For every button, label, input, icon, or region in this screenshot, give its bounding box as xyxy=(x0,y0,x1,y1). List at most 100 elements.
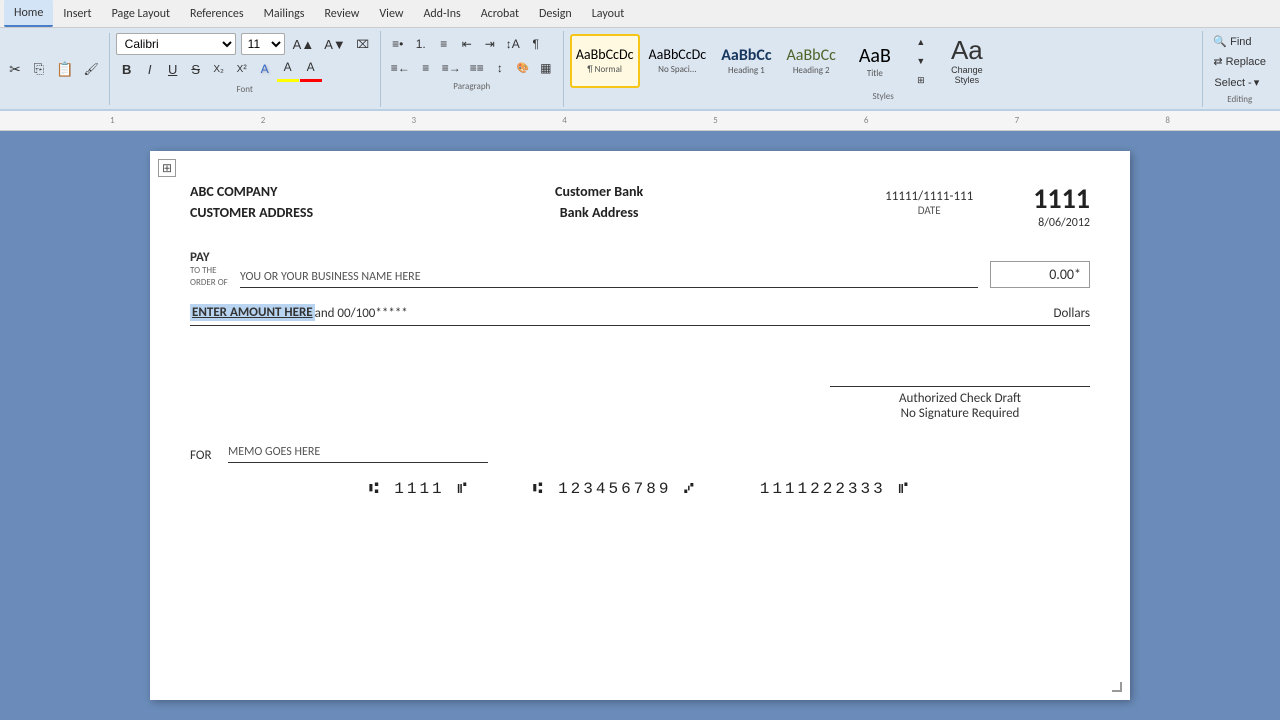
menu-mailings[interactable]: Mailings xyxy=(254,0,315,27)
editing-group: 🔍 Find ⇄ Replace Select - ▾ Editing xyxy=(1203,31,1276,107)
change-styles-button[interactable]: Aa ChangeStyles xyxy=(939,33,995,89)
bold-button[interactable]: B xyxy=(116,58,138,80)
multilevel-button[interactable]: ≡ xyxy=(433,33,455,55)
styles-scroll-down[interactable]: ▼ xyxy=(910,52,932,70)
style-nospacing-label: No Spaci... xyxy=(658,64,696,75)
copy-button[interactable]: ⎘ xyxy=(28,58,50,80)
company-info: ABC COMPANY CUSTOMER ADDRESS xyxy=(190,181,313,223)
routing-number: 11111/1111-111 xyxy=(885,189,973,204)
superscript-button[interactable]: X² xyxy=(231,58,253,80)
styles-group: AaBbCcDc ¶ Normal AaBbCcDc No Spaci... A… xyxy=(564,31,1204,107)
style-title-preview: AaB xyxy=(859,44,891,68)
styles-expand[interactable]: ⊞ xyxy=(910,71,932,89)
menu-review[interactable]: Review xyxy=(314,0,369,27)
date-value: 8/06/2012 xyxy=(1033,216,1090,230)
font-color-button[interactable]: A xyxy=(300,56,322,78)
highlight-button[interactable]: A xyxy=(277,56,299,78)
menu-addins[interactable]: Add-Ins xyxy=(413,0,470,27)
sort-button[interactable]: ↕A xyxy=(502,33,524,55)
authorized-text: Authorized Check Draft No Signature Requ… xyxy=(830,386,1090,421)
style-nospacing-preview: AaBbCcDc xyxy=(649,47,707,64)
change-styles-icon: Aa xyxy=(951,36,983,65)
menubar: Home Insert Page Layout References Maili… xyxy=(0,0,1280,28)
check-number: 1111 xyxy=(1033,181,1090,216)
menu-acrobat[interactable]: Acrobat xyxy=(471,0,529,27)
pay-to-label: TO THEORDER OF xyxy=(190,265,232,288)
align-right-button[interactable]: ≡→ xyxy=(438,57,465,79)
table-move-handle[interactable]: ⊞ xyxy=(158,159,176,177)
increase-indent-button[interactable]: ⇥ xyxy=(479,33,501,55)
clear-format-button[interactable]: ⌧ xyxy=(352,33,374,55)
style-normal-preview: AaBbCcDc xyxy=(576,47,634,64)
document-area: ⊞ ABC COMPANY CUSTOMER ADDRESS Customer … xyxy=(0,131,1280,720)
check-spacer xyxy=(190,346,1090,386)
replace-button[interactable]: ⇄ Replace xyxy=(1209,53,1270,70)
ruler: 1 2 3 4 5 6 7 8 xyxy=(0,111,1280,131)
replace-label: Replace xyxy=(1226,56,1266,68)
routing-area: 11111/1111-111 DATE xyxy=(885,181,973,217)
text-effects-button[interactable]: A xyxy=(254,58,276,80)
style-normal-button[interactable]: AaBbCcDc ¶ Normal xyxy=(570,34,640,88)
find-label: Find xyxy=(1230,36,1251,48)
paragraph-group: ≡• 1. ≡ ⇤ ⇥ ↕A ¶ ≡← ≡ ≡→ ≡≡ ↕ 🎨 ▦ xyxy=(381,31,564,107)
menu-layout[interactable]: Layout xyxy=(582,0,635,27)
style-heading2-button[interactable]: AaBbCc Heading 2 xyxy=(781,34,842,88)
align-left-button[interactable]: ≡← xyxy=(387,57,414,79)
replace-icon: ⇄ xyxy=(1213,55,1222,68)
check-document: ⊞ ABC COMPANY CUSTOMER ADDRESS Customer … xyxy=(150,151,1130,700)
bank-address: Bank Address xyxy=(555,202,643,223)
menu-home[interactable]: Home xyxy=(4,0,53,27)
justify-button[interactable]: ≡≡ xyxy=(466,57,488,79)
underline-button[interactable]: U xyxy=(162,58,184,80)
decrease-indent-button[interactable]: ⇤ xyxy=(456,33,478,55)
editing-group-label: Editing xyxy=(1209,94,1270,105)
pay-label: PAY xyxy=(190,250,220,265)
amount-text-highlighted: ENTER AMOUNT HERE xyxy=(190,304,315,321)
menu-view[interactable]: View xyxy=(369,0,413,27)
style-title-label: Title xyxy=(867,68,883,79)
bank-info: Customer Bank Bank Address xyxy=(555,181,643,223)
style-h2-preview: AaBbCc xyxy=(787,46,836,65)
change-styles-label: ChangeStyles xyxy=(951,65,983,87)
micr-part1: ⑆ 1111 ⑈ xyxy=(369,480,470,498)
style-h1-label: Heading 1 xyxy=(728,65,765,76)
style-title-button[interactable]: AaB Title xyxy=(845,34,905,88)
menu-design[interactable]: Design xyxy=(529,0,582,27)
menu-insert[interactable]: Insert xyxy=(53,0,101,27)
style-heading1-button[interactable]: AaBbCc Heading 1 xyxy=(715,34,777,88)
menu-page-layout[interactable]: Page Layout xyxy=(102,0,180,27)
amount-box[interactable]: 0.00* xyxy=(990,261,1090,288)
styles-scroll-up[interactable]: ▲ xyxy=(910,33,932,51)
align-center-button[interactable]: ≡ xyxy=(415,57,437,79)
memo-placeholder: MEMO GOES HERE xyxy=(228,445,320,459)
memo-line: MEMO GOES HERE xyxy=(228,441,488,463)
find-button[interactable]: 🔍 Find xyxy=(1209,33,1270,50)
menu-references[interactable]: References xyxy=(180,0,254,27)
line-spacing-button[interactable]: ↕ xyxy=(489,57,511,79)
cut-button[interactable]: ✂ xyxy=(4,58,26,80)
bullets-button[interactable]: ≡• xyxy=(387,33,409,55)
strikethrough-button[interactable]: S xyxy=(185,58,207,80)
authorized-sig-line xyxy=(830,386,1090,387)
paste-button[interactable]: 📋 xyxy=(52,58,77,80)
select-button[interactable]: Select - ▾ xyxy=(1209,73,1270,92)
borders-button[interactable]: ▦ xyxy=(535,57,557,79)
resize-handle[interactable] xyxy=(1112,682,1122,692)
increase-font-button[interactable]: A▲ xyxy=(289,33,319,55)
format-painter-button[interactable]: 🖌 xyxy=(79,58,102,80)
numbering-button[interactable]: 1. xyxy=(410,33,432,55)
for-label: FOR xyxy=(190,448,220,463)
shading-button[interactable]: 🎨 xyxy=(512,57,534,79)
font-size-select[interactable]: 11 xyxy=(241,33,285,55)
payee-placeholder: YOU OR YOUR BUSINESS NAME HERE xyxy=(240,270,421,284)
quick-access-toolbar: ✂ ⎘ 📋 🖌 xyxy=(4,31,103,107)
style-nospacing-button[interactable]: AaBbCcDc No Spaci... xyxy=(643,34,713,88)
show-formatting-button[interactable]: ¶ xyxy=(525,33,547,55)
payee-line: YOU OR YOUR BUSINESS NAME HERE xyxy=(240,266,978,288)
italic-button[interactable]: I xyxy=(139,58,161,80)
font-family-select[interactable]: Calibri xyxy=(116,33,236,55)
decrease-font-button[interactable]: A▼ xyxy=(320,33,350,55)
amount-text-and: and 00/100***** xyxy=(315,306,408,321)
font-group-label: Font xyxy=(116,84,374,95)
subscript-button[interactable]: X₂ xyxy=(208,58,230,80)
